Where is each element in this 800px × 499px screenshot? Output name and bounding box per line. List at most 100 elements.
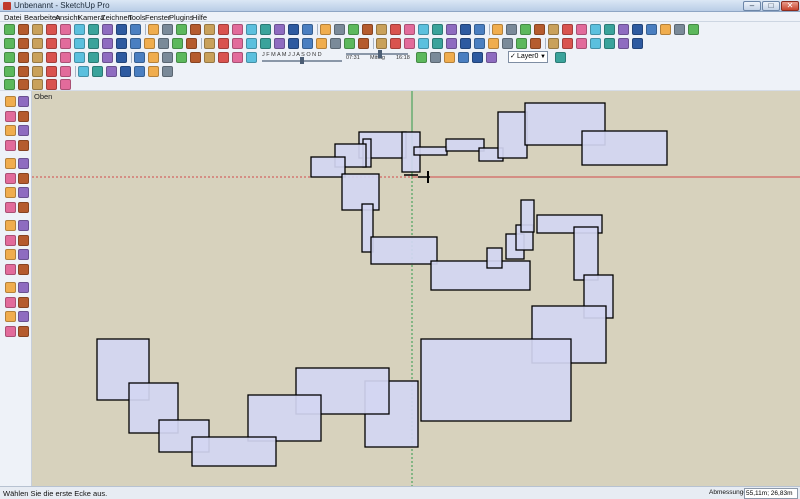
follow-me-icon[interactable] xyxy=(376,38,387,49)
orbit-icon[interactable] xyxy=(218,52,229,63)
rectangle-face[interactable] xyxy=(191,436,277,467)
text-icon[interactable] xyxy=(162,66,173,77)
paint-bucket-icon[interactable] xyxy=(5,110,16,122)
text-icon[interactable] xyxy=(18,234,29,246)
move-icon[interactable] xyxy=(5,172,16,184)
pan-icon[interactable] xyxy=(232,38,243,49)
close-button[interactable]: ✕ xyxy=(781,1,799,11)
walk-icon[interactable] xyxy=(334,24,345,35)
rectangle-face[interactable] xyxy=(413,146,448,156)
axes-icon[interactable] xyxy=(176,24,187,35)
section-plane-icon[interactable] xyxy=(646,24,657,35)
menu-hilfe[interactable]: Hilfe xyxy=(192,13,207,22)
zoom-window-icon[interactable] xyxy=(260,24,271,35)
push-pull-icon[interactable] xyxy=(358,38,369,49)
polygon-icon[interactable] xyxy=(74,52,85,63)
tape-measure-icon[interactable] xyxy=(130,38,141,49)
paint-bucket-icon[interactable] xyxy=(562,24,573,35)
arc-icon[interactable] xyxy=(18,139,29,151)
pan-icon[interactable] xyxy=(232,52,243,63)
eraser-icon[interactable] xyxy=(102,38,113,49)
zoom-icon[interactable] xyxy=(246,52,257,63)
select-icon[interactable] xyxy=(446,24,457,35)
zoom-icon[interactable] xyxy=(246,24,257,35)
rectangle-face[interactable] xyxy=(581,130,668,166)
orbit-icon[interactable] xyxy=(218,24,229,35)
tape-measure-icon[interactable] xyxy=(130,24,141,35)
previous-icon[interactable] xyxy=(18,296,29,308)
eraser-icon[interactable] xyxy=(548,38,559,49)
paint-bucket-icon[interactable] xyxy=(120,66,131,77)
time-slider-knob[interactable] xyxy=(378,50,382,58)
follow-me-icon[interactable] xyxy=(376,24,387,35)
rectangle-icon[interactable] xyxy=(32,66,43,77)
eraser-icon[interactable] xyxy=(106,66,117,77)
eraser-icon[interactable] xyxy=(18,110,29,122)
circle-icon[interactable] xyxy=(46,24,57,35)
protractor-icon[interactable] xyxy=(144,38,155,49)
rectangle-icon[interactable] xyxy=(32,24,43,35)
circle-icon[interactable] xyxy=(46,52,57,63)
position-camera-icon[interactable] xyxy=(320,24,331,35)
zoom-window-icon[interactable] xyxy=(18,282,29,293)
circle-icon[interactable] xyxy=(46,38,57,49)
rectangle-face[interactable] xyxy=(573,226,599,281)
walk-icon[interactable] xyxy=(18,311,29,322)
orbit-icon[interactable] xyxy=(218,38,229,49)
face-style-icon[interactable] xyxy=(486,52,497,63)
scale-icon[interactable] xyxy=(432,24,443,35)
layer-select[interactable]: ✓ Layer0 ▼ xyxy=(508,51,548,63)
move-icon[interactable] xyxy=(404,24,415,35)
circle-icon[interactable] xyxy=(46,66,57,77)
paint-bucket-icon[interactable] xyxy=(116,24,127,35)
tape-measure-icon[interactable] xyxy=(5,220,16,231)
offset-icon[interactable] xyxy=(18,201,29,213)
section-plane-icon[interactable] xyxy=(204,38,215,49)
orbit-icon[interactable] xyxy=(5,263,16,275)
text-icon[interactable] xyxy=(604,38,615,49)
polygon-icon[interactable] xyxy=(74,38,85,49)
text-icon[interactable] xyxy=(604,24,615,35)
dimension-icon[interactable] xyxy=(190,24,201,35)
tape-measure-icon[interactable] xyxy=(576,38,587,49)
offset-icon[interactable] xyxy=(390,24,401,35)
text-icon[interactable] xyxy=(162,52,173,63)
face-style-icon[interactable] xyxy=(430,52,441,63)
arc-icon[interactable] xyxy=(60,52,71,63)
rectangle-face[interactable] xyxy=(310,156,346,178)
scene-canvas[interactable] xyxy=(32,91,800,486)
freehand-icon[interactable] xyxy=(18,158,29,169)
circle-icon[interactable] xyxy=(488,38,499,49)
eraser-icon[interactable] xyxy=(102,52,113,63)
select-icon[interactable] xyxy=(4,66,15,77)
modeling-viewport[interactable]: Oben xyxy=(32,91,800,486)
axes-icon[interactable] xyxy=(5,249,16,260)
select-icon[interactable] xyxy=(4,38,15,49)
section-plane-icon[interactable] xyxy=(204,52,215,63)
polygon-icon[interactable] xyxy=(5,158,16,169)
pencil-icon[interactable] xyxy=(460,24,471,35)
circle-icon[interactable] xyxy=(5,139,16,151)
pencil-icon[interactable] xyxy=(18,52,29,63)
select-icon[interactable] xyxy=(4,52,15,63)
pencil-icon[interactable] xyxy=(460,38,471,49)
arc-icon[interactable] xyxy=(60,38,71,49)
menu-fenster[interactable]: Fenster xyxy=(145,13,170,22)
paint-bucket-icon[interactable] xyxy=(116,52,127,63)
time-slider-track[interactable] xyxy=(346,53,408,55)
rectangle-face[interactable] xyxy=(370,236,438,265)
rectangle-icon[interactable] xyxy=(474,24,485,35)
protractor-icon[interactable] xyxy=(590,38,601,49)
freehand-icon[interactable] xyxy=(88,24,99,35)
paint-bucket-icon[interactable] xyxy=(562,38,573,49)
dimension-icon[interactable] xyxy=(632,38,643,49)
arc-icon[interactable] xyxy=(60,79,71,90)
next-view-icon[interactable] xyxy=(302,24,313,35)
rectangle-icon[interactable] xyxy=(474,38,485,49)
select-icon[interactable] xyxy=(446,38,457,49)
maximize-button[interactable]: □ xyxy=(762,1,780,11)
pan-icon[interactable] xyxy=(232,24,243,35)
section-plane-icon[interactable] xyxy=(204,24,215,35)
zoom-icon[interactable] xyxy=(5,282,16,293)
arc-icon[interactable] xyxy=(502,38,513,49)
